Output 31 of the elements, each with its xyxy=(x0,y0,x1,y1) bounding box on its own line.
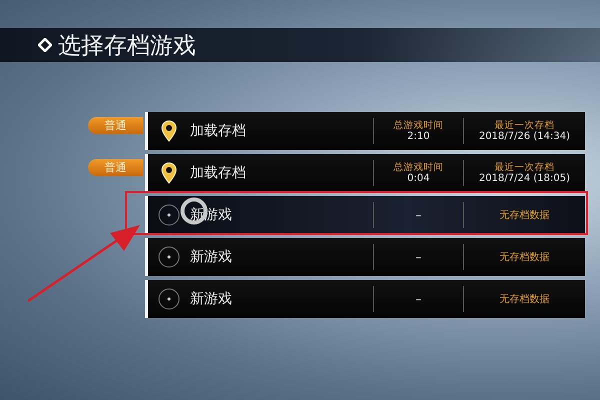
playtime: – xyxy=(416,250,422,264)
no-data-text: 无存档数据 xyxy=(500,208,550,222)
playtime: – xyxy=(416,292,422,306)
circle-dot-icon xyxy=(158,288,180,310)
slot-name: 加载存档 xyxy=(190,122,247,140)
circle-dot-icon xyxy=(158,204,180,226)
last-save-time: 2018/7/24 (18:05) xyxy=(478,172,570,184)
map-pin-icon xyxy=(161,162,177,184)
last-save-label: 最近一次存档 xyxy=(494,162,554,172)
difficulty-tag: 普通 xyxy=(88,159,143,176)
save-slot[interactable]: 新游戏 – 无存档数据 xyxy=(145,238,585,276)
screen-title: 选择存档游戏 xyxy=(58,32,196,60)
playtime: 2:10 xyxy=(407,130,430,142)
playtime-label: 总游戏时间 xyxy=(394,162,444,172)
playtime: – xyxy=(416,208,422,222)
slot-name: 新游戏 xyxy=(190,248,233,266)
no-data-text: 无存档数据 xyxy=(500,250,550,264)
last-save-time: 2018/7/26 (14:34) xyxy=(478,130,570,142)
circle-dot-icon xyxy=(158,246,180,268)
playtime: 0:04 xyxy=(407,172,430,184)
playtime-label: 总游戏时间 xyxy=(394,120,444,130)
slot-name: 加载存档 xyxy=(190,164,247,182)
diamond-icon xyxy=(38,38,52,52)
difficulty-tag: 普通 xyxy=(88,117,143,134)
save-slot[interactable]: 新游戏 – 无存档数据 xyxy=(145,280,585,318)
last-save-label: 最近一次存档 xyxy=(494,120,554,130)
save-slot[interactable]: 加载存档 总游戏时间 0:04 最近一次存档 2018/7/24 (18:05) xyxy=(145,154,585,192)
save-slot[interactable]: 加载存档 总游戏时间 2:10 最近一次存档 2018/7/26 (14:34) xyxy=(145,112,585,150)
no-data-text: 无存档数据 xyxy=(500,292,550,306)
map-pin-icon xyxy=(161,120,177,142)
slot-name: 新游戏 xyxy=(190,290,233,308)
